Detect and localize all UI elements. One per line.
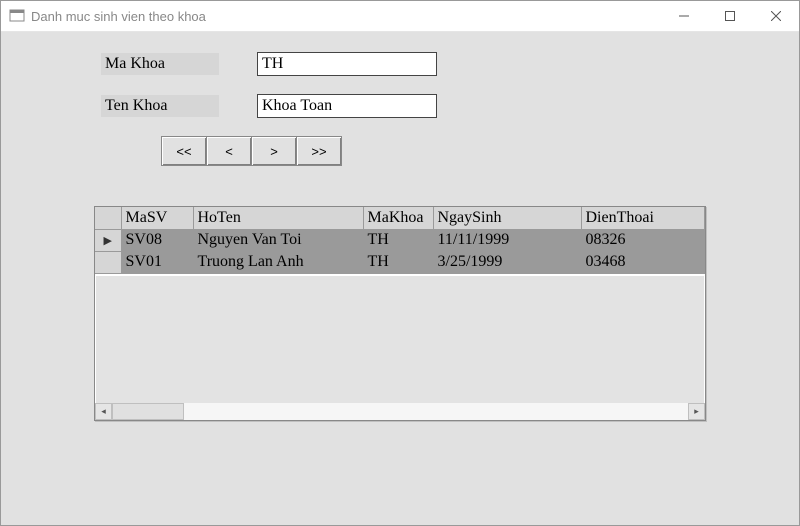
app-window: Danh muc sinh vien theo khoa Ma Khoa Ten… xyxy=(0,0,800,526)
input-ten-khoa[interactable] xyxy=(257,94,437,118)
minimize-button[interactable] xyxy=(661,1,707,31)
nav-first-button[interactable]: << xyxy=(161,136,207,166)
cell-hoten[interactable]: Truong Lan Anh xyxy=(193,251,363,273)
data-grid[interactable]: MaSV HoTen MaKhoa NgaySinh DienThoai ▶ SV… xyxy=(94,206,706,421)
current-row-indicator-icon: ▶ xyxy=(104,235,112,247)
cell-ngaysinh[interactable]: 11/11/1999 xyxy=(433,229,581,251)
table-row[interactable]: SV01Truong Lan AnhTH3/25/199903468 xyxy=(95,251,705,273)
input-ma-khoa[interactable] xyxy=(257,52,437,76)
col-header-dienthoai[interactable]: DienThoai xyxy=(581,207,705,229)
row-ma-khoa: Ma Khoa xyxy=(101,52,799,76)
nav-last-button[interactable]: >> xyxy=(296,136,342,166)
chevron-left-icon: ◂ xyxy=(101,406,106,417)
row-header[interactable]: ▶ xyxy=(95,229,121,251)
nav-prev-button[interactable]: < xyxy=(206,136,252,166)
title-bar: Danh muc sinh vien theo khoa xyxy=(1,1,799,32)
minimize-icon xyxy=(679,11,689,21)
row-ten-khoa: Ten Khoa xyxy=(101,94,799,118)
client-area: Ma Khoa Ten Khoa << < > >> MaSV xyxy=(1,32,799,526)
horizontal-scrollbar[interactable]: ◂ ▸ xyxy=(95,403,705,420)
cell-makhoa[interactable]: TH xyxy=(363,229,433,251)
col-header-makhoa[interactable]: MaKhoa xyxy=(363,207,433,229)
window-title: Danh muc sinh vien theo khoa xyxy=(31,9,206,24)
scroll-left-button[interactable]: ◂ xyxy=(95,403,112,420)
cell-masv[interactable]: SV08 xyxy=(121,229,193,251)
grid-corner-cell[interactable] xyxy=(95,207,121,229)
record-navigator: << < > >> xyxy=(161,136,799,166)
cell-ngaysinh[interactable]: 3/25/1999 xyxy=(433,251,581,273)
grid-table: MaSV HoTen MaKhoa NgaySinh DienThoai ▶ SV… xyxy=(95,207,705,274)
scroll-track[interactable] xyxy=(112,403,688,420)
table-row[interactable]: ▶ SV08Nguyen Van ToiTH11/11/199908326 xyxy=(95,229,705,251)
grid-background xyxy=(96,276,704,403)
app-icon xyxy=(9,8,25,24)
scroll-right-button[interactable]: ▸ xyxy=(688,403,705,420)
label-ma-khoa: Ma Khoa xyxy=(101,53,219,75)
col-header-hoten[interactable]: HoTen xyxy=(193,207,363,229)
grid-header-row: MaSV HoTen MaKhoa NgaySinh DienThoai xyxy=(95,207,705,229)
maximize-icon xyxy=(725,11,735,21)
close-button[interactable] xyxy=(753,1,799,31)
close-icon xyxy=(771,11,781,21)
nav-next-button[interactable]: > xyxy=(251,136,297,166)
cell-makhoa[interactable]: TH xyxy=(363,251,433,273)
col-header-ngaysinh[interactable]: NgaySinh xyxy=(433,207,581,229)
cell-hoten[interactable]: Nguyen Van Toi xyxy=(193,229,363,251)
col-header-masv[interactable]: MaSV xyxy=(121,207,193,229)
label-ten-khoa: Ten Khoa xyxy=(101,95,219,117)
maximize-button[interactable] xyxy=(707,1,753,31)
cell-dienthoai[interactable]: 03468 xyxy=(581,251,705,273)
scroll-thumb[interactable] xyxy=(112,403,184,420)
chevron-right-icon: ▸ xyxy=(694,406,699,417)
row-header[interactable] xyxy=(95,251,121,273)
cell-masv[interactable]: SV01 xyxy=(121,251,193,273)
cell-dienthoai[interactable]: 08326 xyxy=(581,229,705,251)
